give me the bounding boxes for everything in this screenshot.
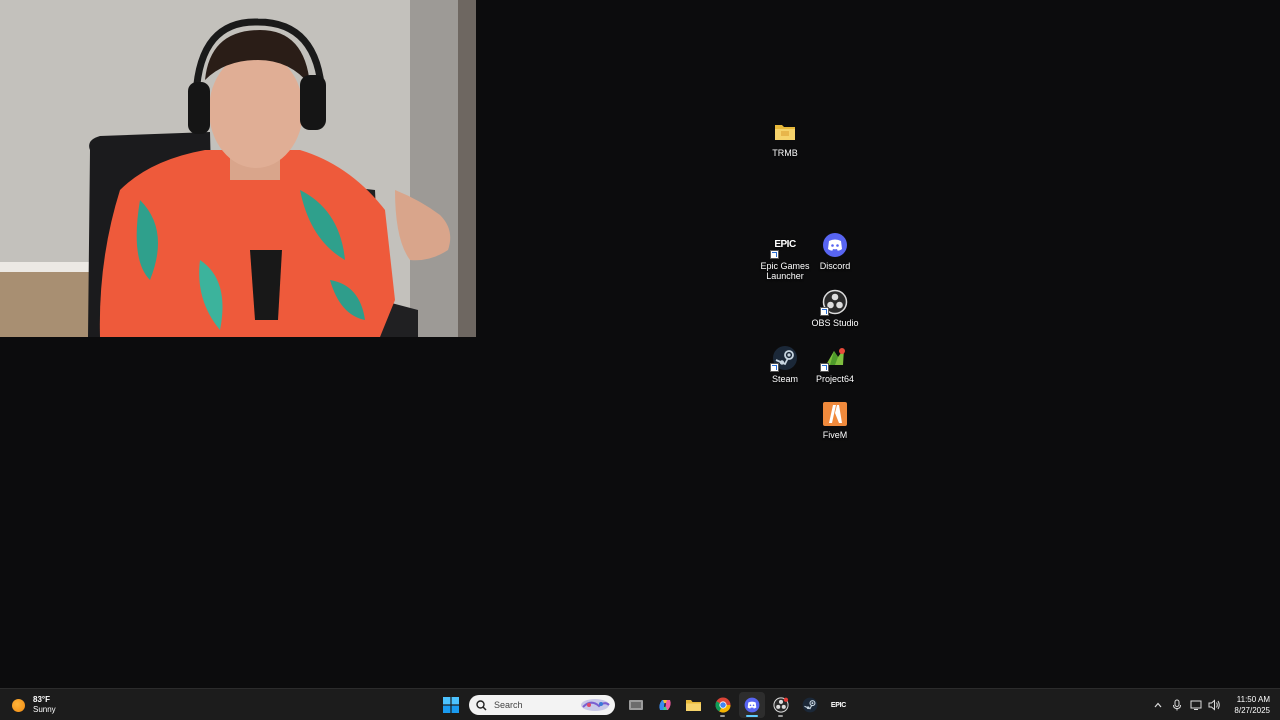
taskbar: 83°F Sunny Search EPIC 11:50 AM 8/27/202… (0, 688, 1280, 720)
desktop-icon-epic-games-launcher[interactable]: EPIC Epic Games Launcher (757, 232, 813, 282)
windows-logo-icon (442, 697, 459, 713)
shortcut-arrow-icon (770, 363, 779, 372)
steam-icon (770, 345, 798, 372)
epic-games-icon: EPIC (830, 701, 847, 709)
desktop-icon-label: Project64 (815, 374, 855, 384)
speaker-icon (1208, 699, 1221, 711)
obs-icon (772, 697, 789, 713)
desktop-icon-project64[interactable]: Project64 (807, 345, 863, 384)
sun-icon (12, 698, 25, 712)
running-indicator (720, 715, 725, 717)
shortcut-arrow-icon (770, 250, 779, 259)
project64-icon (820, 345, 848, 372)
show-hidden-icons-button[interactable] (1149, 696, 1167, 714)
taskbar-obs[interactable] (768, 692, 794, 718)
desktop-icon-steam[interactable]: Steam (757, 345, 813, 384)
epic-games-icon: EPIC (770, 232, 798, 259)
display-icon (1190, 700, 1202, 710)
fivem-icon (822, 401, 848, 427)
running-indicator (745, 715, 758, 717)
desktop-icon-label: Steam (771, 374, 798, 384)
obs-icon (820, 289, 848, 316)
search-icon (476, 699, 487, 711)
microphone-icon (1172, 699, 1181, 711)
search-highlight-icon (581, 699, 610, 711)
desktop: TRMB EPIC Epic Games Launcher Discord OB… (0, 0, 1280, 688)
weather-temperature: 83°F (33, 695, 50, 704)
taskbar-epic-games[interactable]: EPIC (826, 692, 852, 718)
taskbar-discord[interactable] (738, 692, 765, 718)
desktop-icon-obs-studio[interactable]: OBS Studio (807, 289, 863, 328)
desktop-icon-discord[interactable]: Discord (807, 232, 863, 271)
webcam-overlay (0, 0, 476, 337)
desktop-icon-trmb[interactable]: TRMB (757, 119, 813, 158)
desktop-icon-fivem[interactable]: FiveM (807, 401, 863, 440)
discord-icon (744, 697, 759, 713)
taskbar-chrome[interactable] (710, 692, 736, 718)
shortcut-arrow-icon (820, 363, 829, 372)
clock-date: 8/27/2025 (1234, 706, 1270, 715)
microphone-tray-button[interactable] (1168, 696, 1186, 714)
clock-button[interactable]: 11:50 AM 8/27/2025 (1234, 694, 1270, 716)
chevron-up-icon (1154, 702, 1162, 708)
folder-icon (772, 119, 798, 145)
steam-icon (802, 697, 817, 713)
desktop-icon-label: OBS Studio (811, 318, 859, 328)
shortcut-arrow-icon (820, 307, 829, 316)
search-placeholder: Search (494, 700, 523, 710)
desktop-icon-label: Epic Games Launcher (760, 261, 810, 281)
start-button[interactable] (438, 692, 464, 718)
desktop-icon-label: FiveM (822, 430, 848, 440)
network-tray-button[interactable] (1187, 696, 1205, 714)
webcam-person-icon (0, 0, 476, 337)
weather-condition: Sunny (33, 705, 56, 714)
task-view-icon (628, 700, 643, 710)
desktop-icon-label: TRMB (772, 148, 798, 158)
volume-tray-button[interactable] (1206, 696, 1224, 714)
system-tray: 11:50 AM 8/27/2025 (1148, 692, 1270, 718)
weather-widget[interactable]: 83°F Sunny (12, 693, 56, 717)
epic-logo-text: EPIC (774, 239, 796, 250)
taskbar-copilot[interactable] (652, 692, 678, 718)
copilot-icon (658, 700, 671, 710)
taskbar-file-explorer[interactable] (681, 692, 707, 718)
taskbar-task-view[interactable] (623, 692, 649, 718)
running-indicator (778, 715, 783, 717)
search-input[interactable]: Search (469, 695, 615, 715)
taskbar-center: Search EPIC (436, 692, 853, 718)
desktop-icon-label: Discord (819, 261, 851, 271)
clock-time: 11:50 AM (1236, 695, 1270, 704)
discord-icon (822, 232, 848, 258)
folder-icon (686, 700, 701, 711)
chrome-icon (714, 697, 730, 713)
weather-text: 83°F Sunny (33, 695, 56, 715)
taskbar-steam[interactable] (797, 692, 823, 718)
